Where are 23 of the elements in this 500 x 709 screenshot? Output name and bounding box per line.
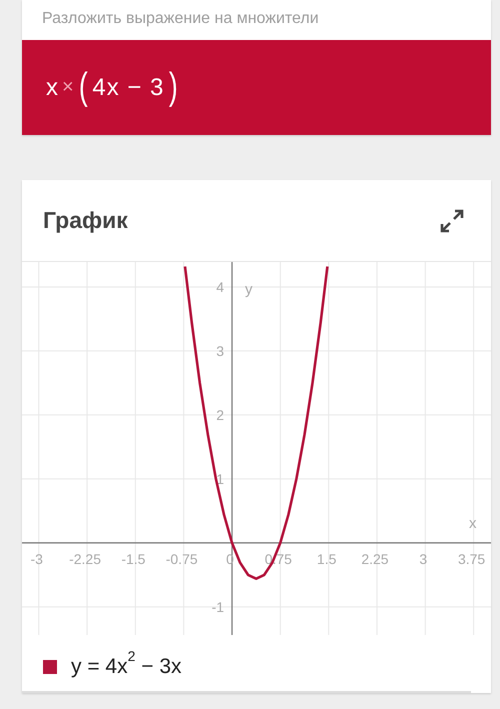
y-tick-label: 3 <box>216 342 224 359</box>
y-tick-label: 4 <box>216 278 224 295</box>
graph-title: График <box>43 207 128 234</box>
x-tick-label: -2.25 <box>69 550 102 567</box>
x-tick-label: 2.25 <box>361 550 389 567</box>
expression-term: 4x − 3 <box>92 74 164 102</box>
x-tick-label: 1.5 <box>316 550 336 567</box>
x-tick-label: -1.5 <box>121 550 146 567</box>
multiply-sign: × <box>62 76 74 99</box>
x-axis-label: x <box>469 514 476 532</box>
y-axis-label: y <box>245 280 253 298</box>
y-tick-label: 2 <box>216 406 224 423</box>
x-tick-label: 3.75 <box>458 550 486 567</box>
y-tick-label: 1 <box>216 470 224 487</box>
task-title: Разложить выражение на множители <box>41 9 320 29</box>
expand-icon[interactable] <box>439 208 465 234</box>
x-tick-label: 3 <box>419 550 428 567</box>
x-tick-label: -0.75 <box>166 550 198 567</box>
parenthesis: ( <box>78 66 88 109</box>
x-tick-label: -3 <box>30 550 43 567</box>
y-tick-label: -1 <box>212 598 224 615</box>
expression-term: x <box>46 74 59 102</box>
parenthesis: ) <box>169 66 178 109</box>
